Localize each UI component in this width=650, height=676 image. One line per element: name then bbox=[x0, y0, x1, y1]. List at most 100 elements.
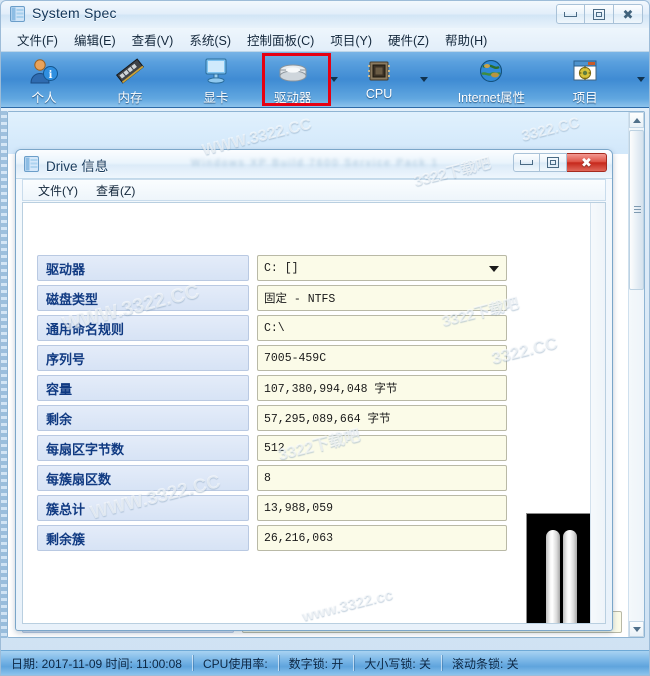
maximize-button[interactable] bbox=[585, 4, 614, 24]
maximize-icon bbox=[547, 157, 559, 168]
disk-drive-icon bbox=[276, 57, 310, 85]
svg-text:i: i bbox=[49, 70, 53, 81]
toolbar-item-display[interactable]: 显卡 bbox=[173, 52, 259, 107]
gauge-bar-free bbox=[563, 530, 577, 623]
toolbar-item-personal[interactable]: i 个人 bbox=[1, 52, 87, 107]
field-label-sectors-per-cluster: 每簇扇区数 bbox=[37, 465, 249, 491]
project-window-icon bbox=[571, 57, 599, 85]
field-row-capacity: 容量 107,380,994,048 字节 bbox=[37, 375, 507, 401]
status-scroll-lock: 滚动条锁: 关 bbox=[452, 656, 519, 671]
toolbar-label-cpu: CPU bbox=[365, 87, 393, 101]
menu-item-system[interactable]: 系统(S) bbox=[181, 28, 239, 51]
dialog-minimize-button[interactable] bbox=[513, 153, 540, 172]
field-value-total-clusters: 13,988,059 bbox=[257, 495, 507, 521]
display-monitor-icon bbox=[202, 57, 230, 85]
scroll-up-button[interactable] bbox=[629, 112, 644, 128]
dialog-maximize-button[interactable] bbox=[540, 153, 567, 172]
field-value-disk-type: 固定 - NTFS bbox=[257, 285, 507, 311]
menu-item-edit[interactable]: 编辑(E) bbox=[66, 28, 124, 51]
dialog-menubar: 文件(Y) 查看(Z) bbox=[22, 179, 606, 201]
field-label-capacity: 容量 bbox=[37, 375, 249, 401]
app-icon bbox=[10, 6, 25, 22]
menu-item-file[interactable]: 文件(F) bbox=[9, 28, 66, 51]
field-label-serial: 序列号 bbox=[37, 345, 249, 371]
dialog-body: 驱动器 C: [] 磁盘类型 固定 - NTFS 通用命名规则 C:\ 序列号 bbox=[22, 202, 606, 624]
menu-item-help[interactable]: 帮助(H) bbox=[437, 28, 495, 51]
menu-item-view[interactable]: 查看(V) bbox=[124, 28, 182, 51]
toolbar-item-drives[interactable]: 驱动器 bbox=[259, 52, 326, 107]
dialog-menu-item-view[interactable]: 查看(Z) bbox=[87, 181, 144, 200]
status-caps-lock: 大小写锁: 关 bbox=[364, 656, 431, 671]
field-row-bytes-per-sector: 每扇区字节数 512 bbox=[37, 435, 507, 461]
menu-item-project[interactable]: 项目(Y) bbox=[322, 28, 380, 51]
close-icon: ✖ bbox=[622, 6, 634, 22]
dialog-window-buttons: ✖ bbox=[513, 153, 607, 172]
field-label-unc: 通用命名规则 bbox=[37, 315, 249, 341]
toolbar-dropdown-project[interactable] bbox=[633, 52, 649, 107]
chevron-down-icon bbox=[489, 266, 499, 272]
dialog-icon bbox=[24, 156, 39, 172]
field-label-bytes-per-sector: 每扇区字节数 bbox=[37, 435, 249, 461]
field-row-free-clusters: 剩余簇 26,216,063 bbox=[37, 525, 507, 551]
drive-select[interactable]: C: [] bbox=[257, 255, 507, 281]
toolbar-label-memory: 内存 bbox=[117, 91, 143, 105]
client-vertical-scrollbar[interactable] bbox=[628, 112, 644, 637]
field-row-disk-type: 磁盘类型 固定 - NTFS bbox=[37, 285, 507, 311]
minimize-button[interactable] bbox=[556, 4, 585, 24]
field-label-disk-type: 磁盘类型 bbox=[37, 285, 249, 311]
field-value-serial: 7005-459C bbox=[257, 345, 507, 371]
cpu-chip-icon bbox=[366, 57, 392, 85]
gauge-bar-capacity bbox=[546, 530, 560, 623]
chevron-down-icon bbox=[632, 626, 641, 632]
memory-stick-icon bbox=[114, 57, 146, 85]
toolbar-label-personal: 个人 bbox=[31, 91, 57, 105]
minimize-icon bbox=[564, 11, 577, 17]
statusbar: 日期: 2017-11-09 时间: 11:00:08 CPU使用率: 数字锁:… bbox=[1, 650, 649, 675]
client-header-blur bbox=[8, 112, 628, 154]
toolbar-item-project[interactable]: 项目 bbox=[551, 52, 619, 107]
field-value-unc: C:\ bbox=[257, 315, 507, 341]
field-row-unc: 通用命名规则 C:\ bbox=[37, 315, 507, 341]
chevron-up-icon bbox=[632, 117, 641, 123]
scroll-down-button[interactable] bbox=[629, 621, 644, 637]
toolbar-item-internet-properties[interactable]: Internet属性 bbox=[432, 52, 551, 107]
maximize-icon bbox=[593, 8, 605, 20]
minimize-icon bbox=[520, 160, 533, 165]
drive-fields: 驱动器 C: [] 磁盘类型 固定 - NTFS 通用命名规则 C:\ 序列号 bbox=[37, 255, 507, 555]
drive-select-value: C: [] bbox=[264, 261, 299, 275]
dialog-close-button[interactable]: ✖ bbox=[567, 153, 607, 172]
dialog-background-blur-text: Windows XP Build 7600 Service Pack 1 bbox=[191, 158, 440, 169]
application-window: System Spec ✖ 文件(F) 编辑(E) 查看(V) 系统(S) 控制… bbox=[0, 0, 650, 676]
close-button[interactable]: ✖ bbox=[614, 4, 643, 24]
toolbar-dropdown-cpu[interactable] bbox=[416, 52, 432, 107]
toolbar-label-project: 项目 bbox=[572, 91, 598, 105]
dialog-menu-item-file[interactable]: 文件(Y) bbox=[29, 181, 87, 200]
disk-usage-gauge bbox=[526, 513, 597, 623]
toolbar-item-cpu[interactable]: CPU bbox=[342, 52, 416, 107]
menubar: 文件(F) 编辑(E) 查看(V) 系统(S) 控制面板(C) 项目(Y) 硬件… bbox=[1, 28, 649, 52]
status-num-lock: 数字锁: 开 bbox=[288, 656, 344, 671]
field-label-free-clusters: 剩余簇 bbox=[37, 525, 249, 551]
toolbar-label-display: 显卡 bbox=[203, 91, 229, 105]
menu-item-control-panel[interactable]: 控制面板(C) bbox=[239, 28, 322, 51]
field-row-serial: 序列号 7005-459C bbox=[37, 345, 507, 371]
drive-info-dialog: Drive 信息 Windows XP Build 7600 Service P… bbox=[15, 149, 613, 631]
scrollbar-thumb[interactable] bbox=[629, 130, 644, 290]
dialog-vertical-scrollbar[interactable] bbox=[590, 203, 605, 623]
dialog-title: Drive 信息 bbox=[46, 159, 109, 174]
scrollbar-grip-icon bbox=[634, 206, 641, 214]
toolbar-item-memory[interactable]: 内存 bbox=[87, 52, 173, 107]
toolbar-label-drives: 驱动器 bbox=[273, 91, 312, 105]
toolbar-dropdown-drives[interactable] bbox=[326, 52, 342, 107]
field-value-sectors-per-cluster: 8 bbox=[257, 465, 507, 491]
window-title: System Spec bbox=[32, 5, 117, 21]
dialog-titlebar: Drive 信息 Windows XP Build 7600 Service P… bbox=[16, 150, 612, 179]
toolbar-label-internet-properties: Internet属性 bbox=[457, 91, 526, 105]
field-value-free-clusters: 26,216,063 bbox=[257, 525, 507, 551]
field-label-free: 剩余 bbox=[37, 405, 249, 431]
window-buttons: ✖ bbox=[556, 4, 643, 24]
status-datetime: 日期: 2017-11-09 时间: 11:00:08 bbox=[11, 656, 182, 671]
field-row-total-clusters: 簇总计 13,988,059 bbox=[37, 495, 507, 521]
menu-item-hardware[interactable]: 硬件(Z) bbox=[380, 28, 437, 51]
globe-icon bbox=[478, 57, 504, 85]
